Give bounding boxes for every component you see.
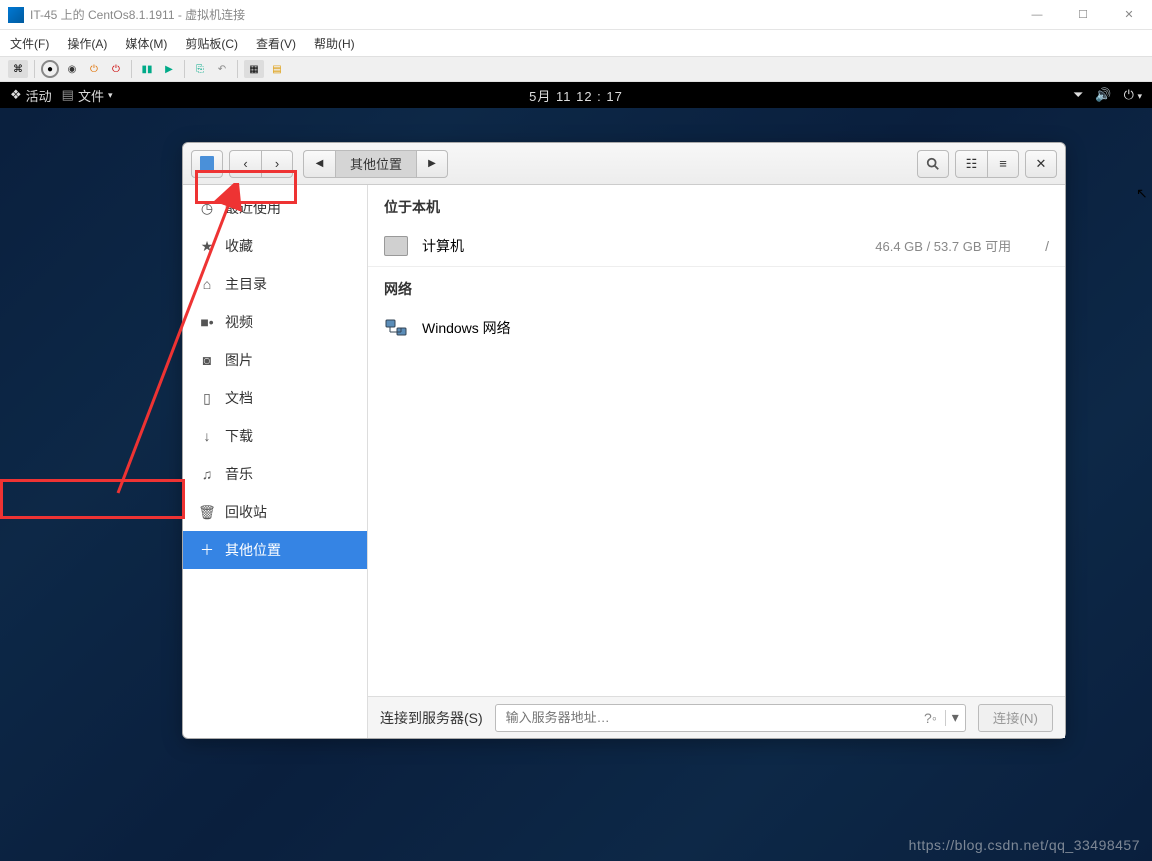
window-close-button[interactable]: ✕ — [1025, 150, 1057, 178]
home-icon: ⌂ — [199, 276, 215, 292]
fm-sidebar: ◷最近使用 ★收藏 ⌂主目录 ■•视频 ◙图片 ▯文档 ↓下载 ♫音乐 🗑回收站… — [183, 185, 368, 738]
path-bar: ◀ 其他位置 ▶ — [303, 150, 448, 178]
sidebar-item-starred[interactable]: ★收藏 — [183, 227, 367, 265]
menu-clipboard[interactable]: 剪贴板(C) — [185, 35, 238, 52]
activities-button[interactable]: ❖ 活动 — [10, 86, 52, 105]
vm-display: ❖ 活动 ▤ 文件 ▾ 5月 11 12 : 17 ⏷ 🔊 ⏻ ▾ — [0, 82, 1152, 861]
fm-places-icon[interactable] — [191, 150, 223, 178]
close-button[interactable]: ✕ — [1106, 0, 1152, 30]
start-icon[interactable]: ● — [41, 60, 59, 78]
sidebar-item-home[interactable]: ⌂主目录 — [183, 265, 367, 303]
shutdown-icon[interactable]: ⏻ — [85, 60, 103, 78]
help-icon[interactable]: ?◦ — [916, 710, 946, 726]
path-prev[interactable]: ◀ — [303, 150, 335, 178]
gnome-topbar: ❖ 活动 ▤ 文件 ▾ 5月 11 12 : 17 ⏷ 🔊 ⏻ ▾ — [0, 82, 1152, 108]
windows-network-label: Windows 网络 — [422, 318, 511, 338]
sidebar-item-documents[interactable]: ▯文档 — [183, 379, 367, 417]
pause-icon[interactable]: ▮▮ — [138, 60, 156, 78]
download-icon: ↓ — [199, 428, 215, 444]
clock[interactable]: 5月 11 12 : 17 — [529, 86, 623, 105]
fm-body: ◷最近使用 ★收藏 ⌂主目录 ■•视频 ◙图片 ▯文档 ↓下载 ♫音乐 🗑回收站… — [183, 185, 1065, 738]
activities-icon: ❖ — [10, 87, 22, 103]
document-icon: ▯ — [199, 390, 215, 407]
window-controls: — ☐ ✕ — [1014, 0, 1152, 30]
server-address-input[interactable] — [496, 710, 916, 725]
list-item-computer[interactable]: 计算机 46.4 GB / 53.7 GB 可用 / — [368, 225, 1065, 267]
back-button[interactable]: ‹ — [229, 150, 261, 178]
search-button[interactable] — [917, 150, 949, 178]
watermark: https://blog.csdn.net/qq_33498457 — [909, 837, 1140, 853]
menu-help[interactable]: 帮助(H) — [314, 35, 355, 52]
annotation-box-other-locations — [0, 479, 185, 519]
network-icon — [384, 318, 408, 338]
address-history-dropdown[interactable]: ▾ — [946, 709, 965, 726]
sidebar-item-pictures[interactable]: ◙图片 — [183, 341, 367, 379]
window-titlebar: IT-45 上的 CentOs8.1.1911 - 虚拟机连接 — ☐ ✕ — [0, 0, 1152, 30]
forward-button[interactable]: › — [261, 150, 293, 178]
sidebar-item-downloads[interactable]: ↓下载 — [183, 417, 367, 455]
revert-icon[interactable]: ↶ — [213, 60, 231, 78]
video-icon: ■• — [199, 314, 215, 330]
local-section-header: 位于本机 — [368, 185, 1065, 225]
menu-action[interactable]: 操作(A) — [67, 35, 107, 52]
toolbar: ⌘ ● ◉ ⏻ ⏻ ▮▮ ▶ ⎘ ↶ ▦ ▤ — [0, 56, 1152, 82]
plus-icon: ＋ — [199, 540, 215, 560]
fm-header: ‹ › ◀ 其他位置 ▶ ☷ ≡ ✕ — [183, 143, 1065, 185]
sidebar-item-music[interactable]: ♫音乐 — [183, 455, 367, 493]
app-menu[interactable]: ▤ 文件 ▾ — [62, 86, 113, 105]
checkpoint-icon[interactable]: ⎘ — [191, 60, 209, 78]
trash-icon: 🗑 — [199, 504, 215, 521]
app-icon — [8, 7, 24, 23]
file-manager-window: ‹ › ◀ 其他位置 ▶ ☷ ≡ ✕ — [182, 142, 1066, 739]
volume-icon[interactable]: 🔊 — [1095, 87, 1111, 103]
menubar: 文件(F) 操作(A) 媒体(M) 剪贴板(C) 查看(V) 帮助(H) — [0, 30, 1152, 56]
window-title: IT-45 上的 CentOs8.1.1911 - 虚拟机连接 — [30, 6, 1014, 23]
sidebar-item-videos[interactable]: ■•视频 — [183, 303, 367, 341]
camera-icon: ◙ — [199, 352, 215, 368]
view-options-button[interactable]: ≡ — [987, 150, 1019, 178]
fm-content: 位于本机 计算机 46.4 GB / 53.7 GB 可用 / 网络 Windo… — [368, 185, 1065, 738]
network-icon[interactable]: ⏷ — [1073, 87, 1083, 103]
ctrl-alt-del-icon[interactable]: ⌘ — [8, 60, 28, 78]
connect-button[interactable]: 连接(N) — [978, 704, 1053, 732]
connect-label: 连接到服务器(S) — [380, 708, 483, 728]
enhanced-icon[interactable]: ▦ — [244, 60, 264, 78]
mouse-cursor: ↖ — [1136, 185, 1148, 202]
chevron-down-icon: ▾ — [108, 90, 113, 101]
minimize-button[interactable]: — — [1014, 0, 1060, 30]
guest-desktop[interactable]: ❖ 活动 ▤ 文件 ▾ 5月 11 12 : 17 ⏷ 🔊 ⏻ ▾ — [0, 82, 1152, 861]
power-menu-icon[interactable]: ⏻ ▾ — [1124, 87, 1142, 103]
computer-label: 计算机 — [422, 236, 464, 256]
play-icon[interactable]: ▶ — [160, 60, 178, 78]
drive-icon — [384, 236, 408, 256]
fm-footer: 连接到服务器(S) ?◦ ▾ 连接(N) — [368, 696, 1065, 738]
sidebar-item-trash[interactable]: 🗑回收站 — [183, 493, 367, 531]
list-item-windows-network[interactable]: Windows 网络 — [368, 307, 1065, 349]
menu-view[interactable]: 查看(V) — [256, 35, 296, 52]
power-icon[interactable]: ⏻ — [107, 60, 125, 78]
sidebar-item-other-locations[interactable]: ＋其他位置 — [183, 531, 367, 569]
music-icon: ♫ — [199, 466, 215, 482]
menu-media[interactable]: 媒体(M) — [125, 35, 167, 52]
path-current[interactable]: 其他位置 — [335, 150, 416, 178]
list-view-button[interactable]: ☷ — [955, 150, 987, 178]
files-icon: ▤ — [62, 87, 74, 103]
maximize-button[interactable]: ☐ — [1060, 0, 1106, 30]
share-icon[interactable]: ▤ — [268, 60, 286, 78]
menu-file[interactable]: 文件(F) — [10, 35, 49, 52]
star-icon: ★ — [199, 238, 215, 255]
network-section-header: 网络 — [368, 267, 1065, 307]
sidebar-item-recent[interactable]: ◷最近使用 — [183, 189, 367, 227]
clock-icon: ◷ — [199, 200, 215, 217]
server-address-wrap: ?◦ ▾ — [495, 704, 966, 732]
storage-text: 46.4 GB / 53.7 GB 可用 — [875, 236, 1011, 255]
path-text: / — [1045, 238, 1049, 254]
stop-icon[interactable]: ◉ — [63, 60, 81, 78]
path-next[interactable]: ▶ — [416, 150, 448, 178]
